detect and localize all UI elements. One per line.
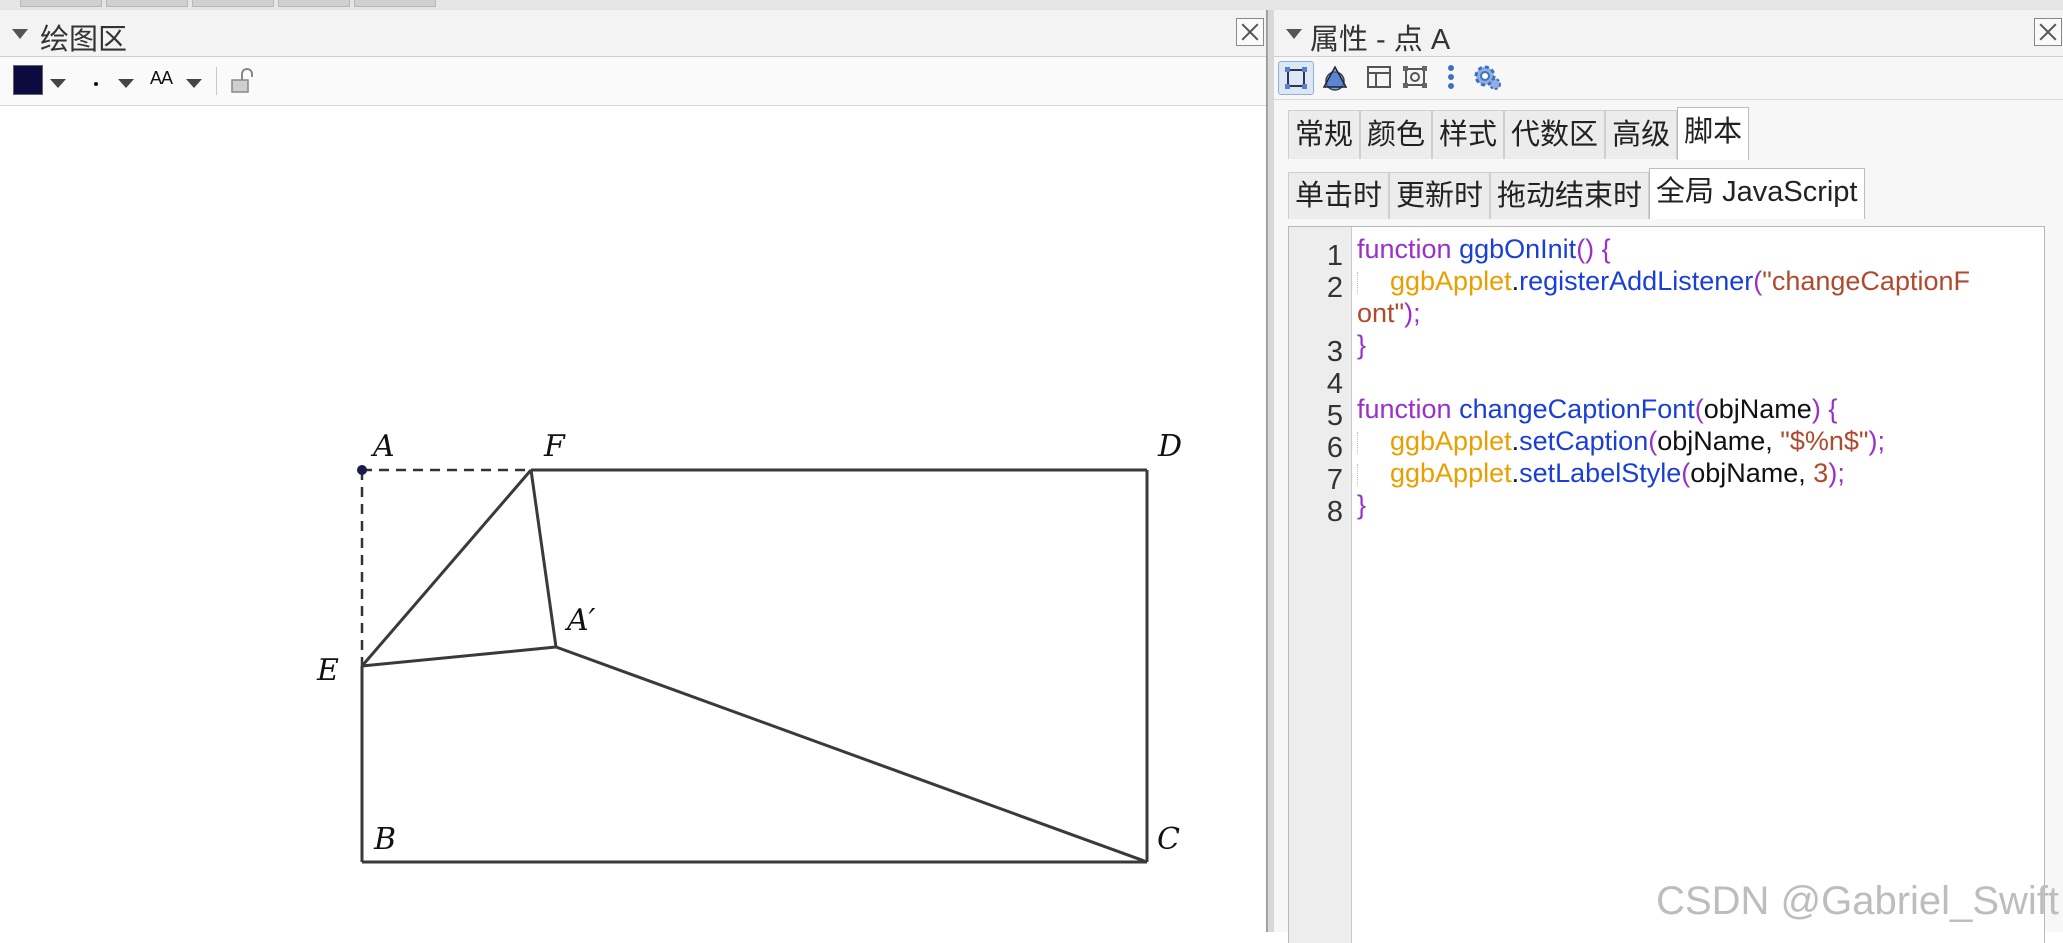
code-line: ggbApplet.setLabelStyle(objName, 3);: [1357, 455, 1845, 491]
graphics-panel-header: 绘图区: [0, 10, 1266, 57]
tab-color[interactable]: 颜色: [1360, 110, 1433, 159]
code-line: function changeCaptionFont(objName) {: [1357, 394, 1838, 424]
more-options-button[interactable]: [1434, 61, 1468, 93]
close-properties-panel-icon[interactable]: [2034, 18, 2062, 46]
graphics-panel: 绘图区 AA A F D A′ E B C: [0, 10, 1267, 932]
text-size-label: AA: [150, 68, 173, 88]
tab-on-click[interactable]: 单击时: [1288, 172, 1390, 219]
segment-A-prime-C: [555, 645, 1148, 864]
segment-EF: [360, 469, 533, 667]
defaults-view-button[interactable]: [1398, 61, 1432, 93]
code-line: ont");: [1357, 298, 1421, 328]
text-size-dropdown-arrow-icon[interactable]: [186, 79, 202, 88]
properties-panel-header: 属性 - 点 A: [1274, 10, 2063, 57]
label-A: A: [370, 429, 395, 464]
label-F: F: [543, 429, 566, 464]
label-D: D: [1157, 429, 1182, 464]
color-dropdown-arrow-icon[interactable]: [50, 79, 66, 88]
code-line: }: [1357, 490, 1367, 520]
tab-on-update[interactable]: 更新时: [1389, 172, 1491, 219]
text-size-icon[interactable]: AA: [150, 68, 173, 89]
top-tab-stub[interactable]: [20, 0, 102, 7]
top-tab-stub[interactable]: [354, 0, 436, 7]
point-style-dropdown-arrow-icon[interactable]: [118, 79, 134, 88]
script-tabs: 单击时 更新时 拖动结束时 全局 JavaScript: [1288, 168, 1865, 222]
gear-icon: [1474, 65, 1501, 90]
defaults-icon: [1403, 66, 1427, 88]
code-line: ggbApplet.setCaption(objName, "$%n$");: [1357, 423, 1885, 459]
tab-basic[interactable]: 常规: [1288, 110, 1361, 159]
tab-advanced[interactable]: 高级: [1605, 110, 1678, 159]
tab-scripting[interactable]: 脚本: [1677, 107, 1750, 160]
properties-panel-title: 属性 - 点 A: [1310, 24, 1451, 56]
code-line: ggbApplet.registerAddListener("changeCap…: [1357, 263, 1970, 299]
point-style-icon[interactable]: [94, 82, 98, 86]
line-number: 1: [1326, 240, 1343, 272]
line-number: 8: [1326, 496, 1343, 528]
property-tabs: 常规 颜色 样式 代数区 高级 脚本: [1288, 107, 1750, 162]
color-swatch-button[interactable]: [13, 65, 43, 95]
line-number: 4: [1326, 368, 1343, 400]
stylebar-divider: [216, 67, 217, 95]
tab-global-javascript[interactable]: 全局 JavaScript: [1649, 168, 1865, 219]
line-number: 5: [1326, 400, 1343, 432]
triangle-circle-icon: [1322, 65, 1348, 91]
vertical-dots-icon: [1448, 65, 1454, 89]
line-number: 2: [1326, 272, 1343, 304]
top-tab-stub[interactable]: [278, 0, 350, 7]
top-tab-stub[interactable]: [192, 0, 274, 7]
layout-icon: [1367, 66, 1391, 88]
code-line: function ggbOnInit() {: [1357, 234, 1611, 264]
tab-algebra[interactable]: 代数区: [1504, 110, 1606, 159]
segment-EA-prime: [361, 645, 557, 668]
tab-style[interactable]: 样式: [1432, 110, 1505, 159]
line-number-gutter: 1 2 3 4 5 6 7 8: [1289, 227, 1352, 943]
collapse-triangle-icon[interactable]: [1286, 29, 1302, 39]
watermark: CSDN @Gabriel_Swift: [1656, 879, 2059, 923]
objects-icon: [1285, 67, 1307, 89]
graphics-canvas[interactable]: A F D A′ E B C: [0, 106, 1266, 932]
line-number: 6: [1326, 432, 1343, 464]
tab-on-drag-end[interactable]: 拖动结束时: [1490, 172, 1650, 219]
segment-FA-prime: [529, 469, 558, 648]
settings-button[interactable]: [1470, 61, 1504, 93]
script-editor[interactable]: 1 2 3 4 5 6 7 8 function ggbOnInit() { g…: [1288, 226, 2045, 943]
label-E: E: [316, 653, 339, 688]
collapse-triangle-icon[interactable]: [12, 29, 28, 39]
graphics-panel-title: 绘图区: [40, 24, 128, 56]
close-graphics-panel-icon[interactable]: [1236, 18, 1264, 46]
properties-icon-bar: [1274, 57, 2063, 100]
line-number: 7: [1326, 464, 1343, 496]
graphics-style-bar: AA: [0, 57, 1266, 106]
label-A-prime: A′: [564, 603, 596, 638]
label-C: C: [1157, 822, 1180, 857]
layout-view-button[interactable]: [1362, 61, 1396, 93]
top-tab-stub[interactable]: [106, 0, 188, 7]
objects-view-button[interactable]: [1278, 61, 1314, 95]
unlock-icon[interactable]: [230, 67, 256, 95]
graphics-view-button[interactable]: [1318, 61, 1352, 93]
line-number: 3: [1326, 336, 1343, 368]
point-A[interactable]: [357, 465, 367, 475]
geometry-drawing: A F D A′ E B C: [316, 429, 1182, 864]
properties-panel: 属性 - 点 A 常规 颜色 样式 代数区 高级 脚本 单击时 更新时 拖动结束…: [1274, 10, 2063, 943]
code-line: }: [1357, 330, 1367, 360]
label-B: B: [373, 822, 396, 857]
